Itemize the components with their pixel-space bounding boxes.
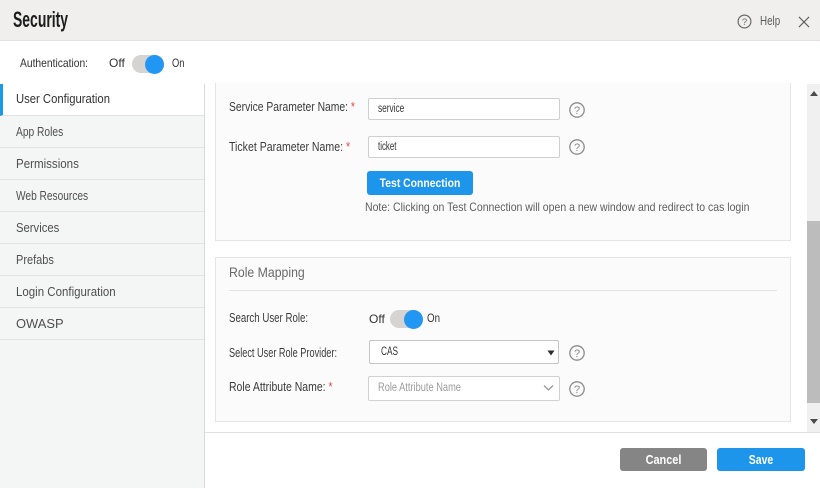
svg-text:?: ?: [574, 384, 580, 396]
svg-text:?: ?: [574, 142, 580, 154]
svg-text:?: ?: [574, 348, 580, 360]
svg-text:?: ?: [741, 17, 746, 28]
svg-text:?: ?: [574, 105, 580, 117]
